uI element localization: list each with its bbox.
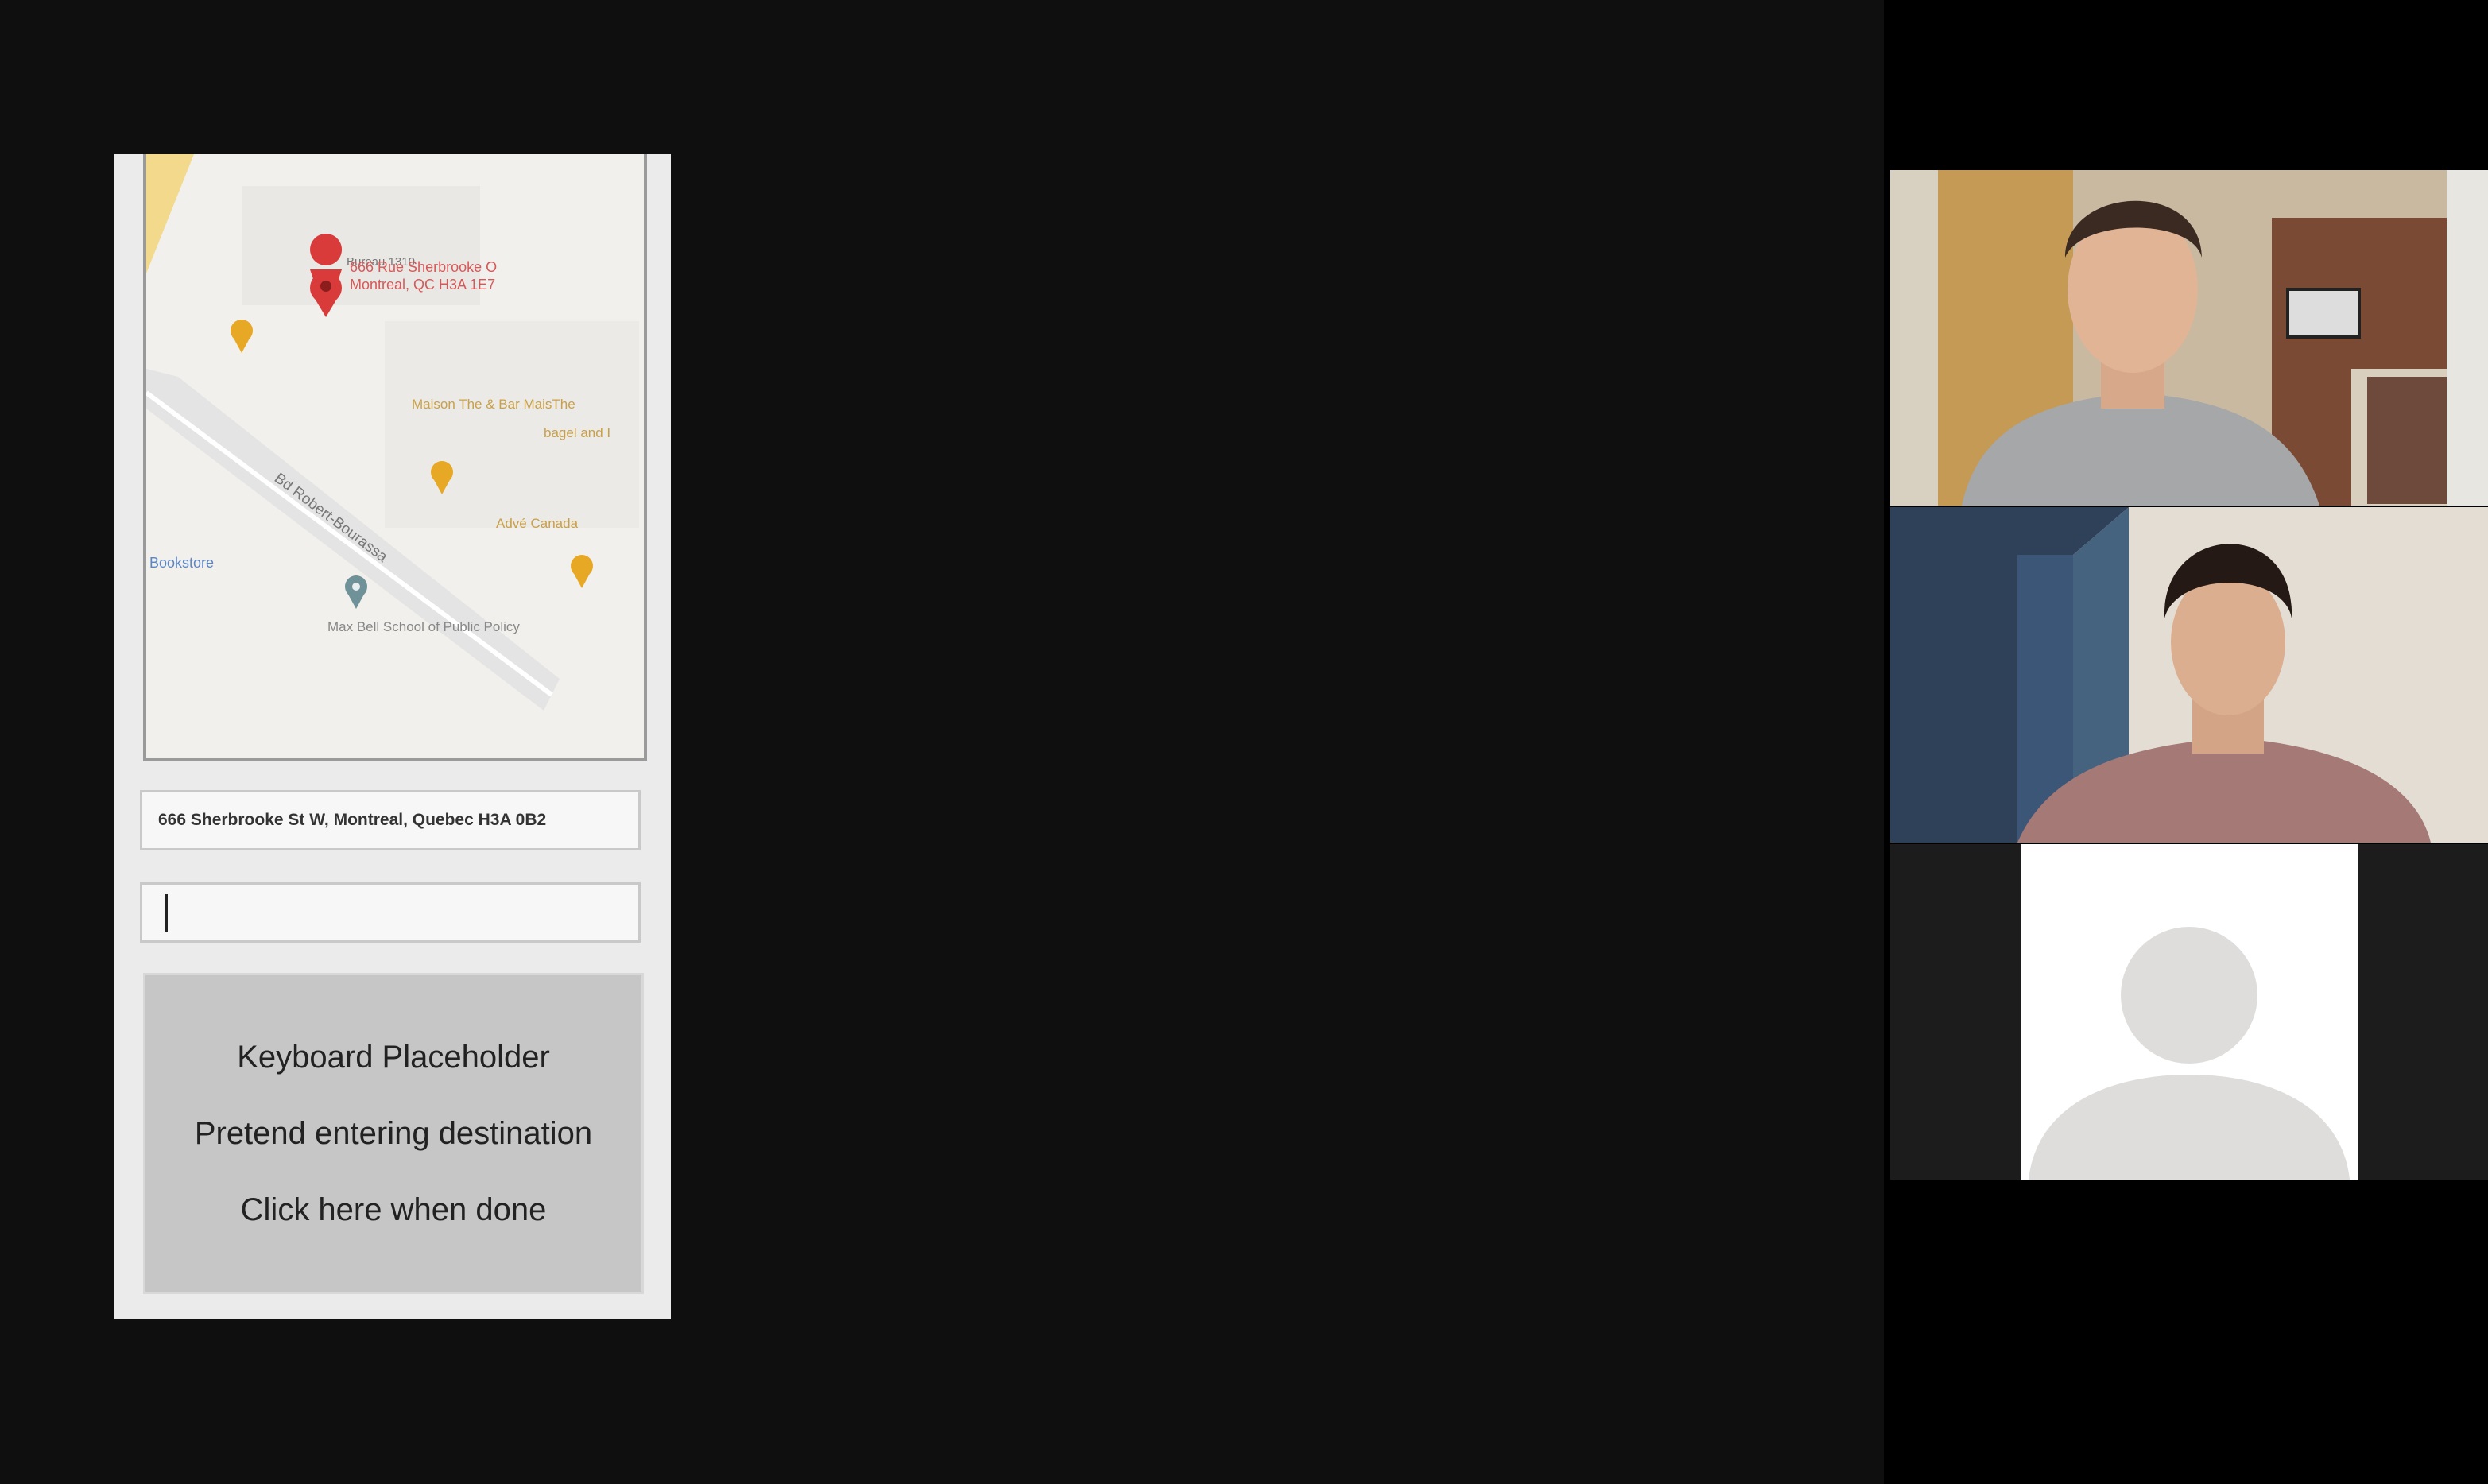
keyboard-line-2: Pretend entering destination bbox=[194, 1116, 593, 1151]
destination-input[interactable] bbox=[140, 882, 641, 943]
map-label-maison-the: Maison The & Bar MaisThe bbox=[412, 397, 575, 412]
keyboard-line-1: Keyboard Placeholder bbox=[237, 1040, 550, 1075]
shared-screen-area: Bureau 1310 666 Rue Sherbrooke O Montrea… bbox=[0, 0, 1884, 1484]
selected-place-address: Montreal, QC H3A 1E7 bbox=[350, 277, 495, 293]
map-label-adve: Advé Canada bbox=[496, 516, 579, 531]
participant-2-video-frame bbox=[1890, 507, 2488, 843]
participant-tile-3[interactable] bbox=[1890, 844, 2488, 1180]
keyboard-placeholder-button[interactable]: Keyboard Placeholder Pretend entering de… bbox=[143, 973, 644, 1294]
origin-address-field[interactable]: 666 Sherbrooke St W, Montreal, Quebec H3… bbox=[140, 790, 641, 850]
selected-place-name: 666 Rue Sherbrooke O bbox=[350, 259, 497, 275]
phone-prototype: Bureau 1310 666 Rue Sherbrooke O Montrea… bbox=[114, 154, 671, 1319]
avatar-silhouette bbox=[2029, 927, 2350, 1180]
text-cursor bbox=[165, 894, 168, 932]
map-view[interactable]: Bureau 1310 666 Rue Sherbrooke O Montrea… bbox=[143, 154, 647, 761]
participant-video-1[interactable] bbox=[1890, 170, 2488, 506]
participant-1-video-frame bbox=[1890, 170, 2488, 506]
map-label-school: Max Bell School of Public Policy bbox=[327, 619, 520, 634]
map-label-bagel: bagel and I bbox=[544, 425, 610, 440]
participant-video-2[interactable] bbox=[1890, 507, 2488, 843]
map-label-bookstore: Bookstore bbox=[149, 555, 214, 571]
keyboard-line-3: Click here when done bbox=[240, 1192, 547, 1227]
default-avatar-icon bbox=[2021, 844, 2358, 1180]
map-canvas: Bureau 1310 666 Rue Sherbrooke O Montrea… bbox=[146, 154, 644, 758]
